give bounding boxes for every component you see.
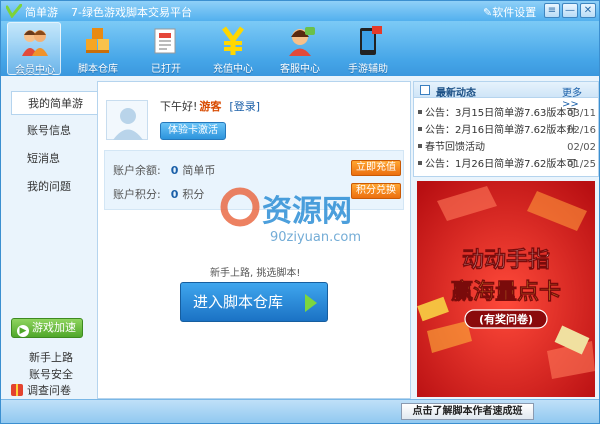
left-nav: 我的简单游 账号信息 短消息 我的问题 ▶ 游戏加速 新手上路 账号安全 调查问卷 xyxy=(1,81,97,399)
user-silhouette-icon xyxy=(113,108,143,140)
tool-script-store[interactable]: 脚本仓库 xyxy=(71,22,125,75)
survey-link[interactable]: 调查问卷 xyxy=(11,382,71,398)
settings-button[interactable]: ✎软件设置 xyxy=(483,4,536,20)
bullet-icon xyxy=(418,110,422,114)
game-speed-button[interactable]: ▶ 游戏加速 xyxy=(11,318,83,338)
nav-my-questions[interactable]: 我的问题 xyxy=(11,175,97,199)
news-date: 02/02 xyxy=(567,142,596,153)
settings-label: 软件设置 xyxy=(492,6,537,19)
news-text: 公告：2月16日简单游7.62版本升 xyxy=(425,125,577,136)
banner-line2: 赢海量点卡 xyxy=(451,279,561,305)
cubes-icon xyxy=(86,28,109,53)
account-summary: 账户余额: 0 简单币 立即充值 账户积分: 0 积分 积分兑换 xyxy=(104,150,404,210)
points-value: 0 xyxy=(170,188,179,201)
speed-label: 游戏加速 xyxy=(32,321,76,334)
wrench-icon: ✎ xyxy=(483,6,493,19)
status-bar: 点击了解脚本作者速成班 xyxy=(1,399,599,423)
enter-button-label: 进入脚本仓库 xyxy=(193,293,284,311)
yen-icon xyxy=(222,26,244,55)
enter-script-store-button[interactable]: 进入脚本仓库 xyxy=(180,282,328,322)
speed-icon: ▶ xyxy=(17,325,29,337)
tool-opened[interactable]: 已打开 xyxy=(139,22,193,75)
points-unit: 积分 xyxy=(182,188,205,201)
promo-banner[interactable]: 动动手指 赢海量点卡 (有奖问卷) xyxy=(417,181,595,397)
app-version-title: 7-绿色游戏脚本交易平台 xyxy=(71,6,192,19)
app-logo-icon xyxy=(6,4,22,18)
tool-member-center[interactable]: 会员中心 xyxy=(7,22,61,76)
gift-icon xyxy=(11,384,23,396)
banner-line1: 动动手指 xyxy=(462,248,550,273)
news-icon xyxy=(420,85,430,95)
nav-messages[interactable]: 短消息 xyxy=(11,147,97,171)
greeting-line: 下午好! 游客 [登录] xyxy=(160,98,260,114)
points-row: 账户积分: 0 积分 xyxy=(113,186,204,202)
close-button[interactable]: ✕ xyxy=(580,3,596,18)
points-label: 账户积分: xyxy=(113,188,161,201)
news-item[interactable]: 公告：1月26日简单游7.62版本可 01/25 xyxy=(418,157,596,172)
tool-mobile-assist[interactable]: 手游辅助 xyxy=(341,22,395,75)
news-title: 最新动态 xyxy=(436,88,476,99)
news-text: 春节回馈活动 xyxy=(425,142,485,153)
news-item[interactable]: 春节回馈活动 02/02 xyxy=(418,140,596,155)
minimize-button[interactable]: — xyxy=(562,3,578,18)
news-header: 最新动态 更多>> xyxy=(414,82,598,110)
title-bar[interactable]: 简单游 7-绿色游戏脚本交易平台 ✎软件设置 ≡ — ✕ xyxy=(1,1,599,21)
app-name: 简单游 xyxy=(25,6,58,19)
cta-hint: 新手上路, 挑选脚本! xyxy=(210,268,301,279)
survey-label: 调查问卷 xyxy=(27,384,71,397)
balance-row: 账户余额: 0 简单币 xyxy=(113,162,215,178)
main-toolbar: 会员中心 脚本仓库 已打开 充值中心 客服中心 手游辅助 xyxy=(1,21,599,76)
app-window: 简单游 7-绿色游戏脚本交易平台 ✎软件设置 ≡ — ✕ 会员中心 脚本仓库 已… xyxy=(0,0,600,424)
news-panel: 最新动态 更多>> 公告：3月15日简单游7.63版本可 03/11 公告：2月1… xyxy=(413,81,599,177)
tool-label: 已打开 xyxy=(151,64,181,75)
nav-my-jiandanyou[interactable]: 我的简单游 xyxy=(11,91,97,115)
tool-label: 脚本仓库 xyxy=(78,64,118,75)
login-link[interactable]: [登录] xyxy=(229,100,260,113)
tool-recharge-center[interactable]: 充值中心 xyxy=(206,22,260,75)
nav-account-info[interactable]: 账号信息 xyxy=(11,119,97,143)
bullet-icon xyxy=(418,127,422,131)
tool-label: 客服中心 xyxy=(280,64,320,75)
tool-label: 会员中心 xyxy=(15,65,55,76)
bullet-icon xyxy=(418,161,422,165)
balance-value: 0 xyxy=(170,164,179,177)
greeting-text: 下午好! xyxy=(160,100,198,113)
news-item[interactable]: 公告：3月15日简单游7.63版本可 03/11 xyxy=(418,106,596,121)
news-text: 公告：1月26日简单游7.62版本可 xyxy=(425,159,577,170)
news-date: 01/25 xyxy=(567,159,596,170)
tool-support-center[interactable]: 客服中心 xyxy=(273,22,327,75)
author-course-button[interactable]: 点击了解脚本作者速成班 xyxy=(401,403,534,420)
bullet-icon xyxy=(418,144,422,148)
watermark-url: 90ziyuan.com xyxy=(270,230,361,245)
play-arrow-icon xyxy=(305,294,317,312)
main-panel: 下午好! 游客 [登录] 体验卡激活 账户余额: 0 简单币 立即充值 账户积分: 0 积分… xyxy=(97,81,411,399)
recharge-now-button[interactable]: 立即充值 xyxy=(351,160,401,176)
tool-label: 手游辅助 xyxy=(348,64,388,75)
news-date: 03/11 xyxy=(567,108,596,119)
menu-button[interactable]: ≡ xyxy=(544,3,560,18)
balance-unit: 简单币 xyxy=(182,164,216,177)
avatar xyxy=(106,100,148,140)
phone-icon xyxy=(360,26,382,55)
points-exchange-button[interactable]: 积分兑换 xyxy=(351,183,401,199)
document-icon xyxy=(154,28,176,54)
news-text: 公告：3月15日简单游7.63版本可 xyxy=(425,108,577,119)
trial-card-activate-button[interactable]: 体验卡激活 xyxy=(160,122,226,140)
tool-label: 充值中心 xyxy=(213,64,253,75)
username: 游客 xyxy=(199,100,222,113)
balance-label: 账户余额: xyxy=(113,164,161,177)
support-icon xyxy=(289,27,315,56)
beginner-guide-link[interactable]: 新手上路 xyxy=(29,349,73,365)
banner-line3: (有奖问卷) xyxy=(479,312,533,326)
news-date: 02/16 xyxy=(567,125,596,136)
member-icon xyxy=(22,30,48,56)
news-item[interactable]: 公告：2月16日简单游7.62版本升 02/16 xyxy=(418,123,596,138)
account-security-link[interactable]: 账号安全 xyxy=(29,366,73,382)
